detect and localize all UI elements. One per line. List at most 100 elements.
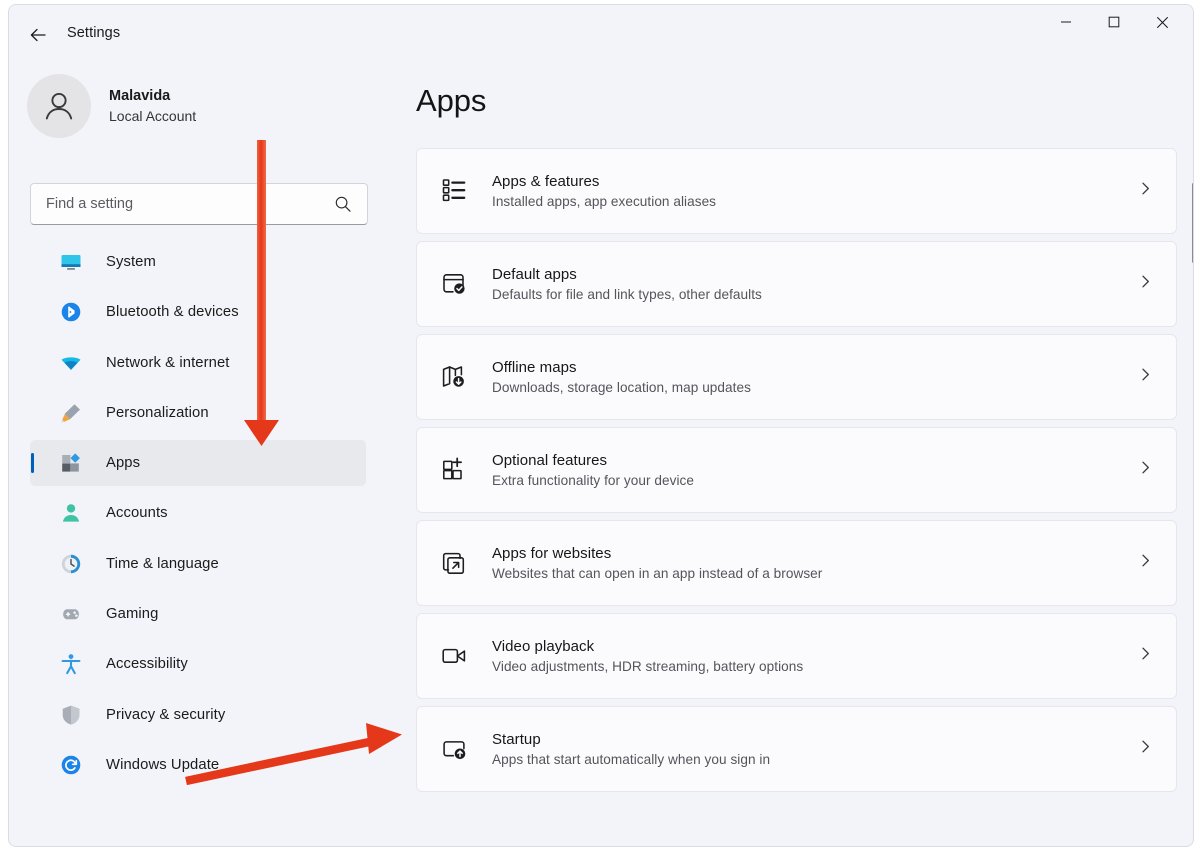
search-icon[interactable]: [333, 194, 353, 214]
settings-card-offline-maps[interactable]: Offline maps Downloads, storage location,…: [416, 334, 1177, 420]
card-title: Startup: [492, 730, 541, 748]
chevron-right-icon[interactable]: [1138, 367, 1153, 387]
chevron-right-icon: [1142, 182, 1149, 195]
bluetooth-icon: [59, 300, 83, 324]
maximize-icon: [1108, 16, 1120, 28]
settings-card-list: Apps & features Installed apps, app execu…: [416, 148, 1177, 799]
chevron-right-icon: [1142, 740, 1149, 753]
sidebar-item-network-internet[interactable]: Network & internet: [30, 340, 366, 386]
sidebar: Malavida Local Account System Bluetooth &…: [9, 63, 399, 846]
card-text: Optional features Extra functionality for…: [492, 450, 694, 491]
card-text: Default apps Defaults for file and link t…: [492, 264, 762, 305]
chevron-right-icon: [1142, 647, 1149, 660]
card-title: Apps & features: [492, 172, 600, 190]
grid-plus-icon: [438, 454, 470, 486]
close-button[interactable]: [1139, 5, 1185, 39]
sidebar-nav: System Bluetooth & devices Network & inter…: [30, 239, 366, 792]
search-input[interactable]: [44, 195, 313, 213]
shield-icon: [59, 703, 83, 727]
title-bar: Settings: [9, 5, 1193, 63]
sidebar-item-label: Time & language: [106, 555, 219, 572]
sidebar-item-label: Windows Update: [106, 756, 220, 773]
chevron-right-icon[interactable]: [1138, 646, 1153, 666]
profile-name: Malavida: [109, 87, 171, 104]
list-bullets-icon: [442, 179, 466, 202]
clock-icon: [61, 554, 81, 573]
card-text: Video playback Video adjustments, HDR str…: [492, 636, 803, 677]
settings-card-optional-features[interactable]: Optional features Extra functionality for…: [416, 427, 1177, 513]
sidebar-item-label: Accounts: [106, 505, 168, 522]
scrollbar-thumb[interactable]: [1192, 183, 1193, 263]
card-subtitle: Defaults for file and link types, other …: [492, 286, 762, 302]
settings-card-default-apps[interactable]: Default apps Defaults for file and link t…: [416, 241, 1177, 327]
window-up-arrow-icon: [443, 741, 466, 760]
sidebar-item-system[interactable]: System: [30, 239, 366, 285]
sidebar-item-label: Apps: [106, 455, 141, 472]
apps-icon: [62, 453, 80, 472]
sidebar-item-label: Privacy & security: [106, 706, 226, 723]
sidebar-item-gaming[interactable]: Gaming: [30, 591, 366, 637]
card-subtitle: Apps that start automatically when you s…: [492, 751, 771, 767]
maximize-button[interactable]: [1091, 5, 1137, 39]
wifi-icon: [61, 356, 81, 370]
person-icon: [59, 501, 83, 525]
settings-card-apps-for-websites[interactable]: Apps for websites Websites that can open …: [416, 520, 1177, 606]
sidebar-item-apps[interactable]: Apps: [30, 440, 366, 487]
video-camera-icon: [438, 640, 470, 672]
settings-card-startup[interactable]: Startup Apps that start automatically whe…: [416, 706, 1177, 792]
sidebar-item-accounts[interactable]: Accounts: [30, 490, 366, 536]
accessibility-icon: [59, 652, 83, 676]
window-up-arrow-icon: [438, 733, 470, 765]
update-icon: [59, 753, 83, 777]
sidebar-item-bluetooth-devices[interactable]: Bluetooth & devices: [30, 289, 366, 335]
card-subtitle: Extra functionality for your device: [492, 472, 694, 488]
card-text: Apps for websites Websites that can open …: [492, 543, 822, 584]
window-title: Settings: [67, 25, 121, 41]
clock-icon: [59, 552, 83, 576]
minimize-button[interactable]: [1043, 5, 1089, 39]
chevron-right-icon: [1142, 461, 1149, 474]
avatar: [27, 74, 91, 138]
card-title: Optional features: [492, 451, 608, 469]
sidebar-item-time-language[interactable]: Time & language: [30, 541, 366, 587]
chevron-right-icon[interactable]: [1138, 274, 1153, 294]
accessibility-icon: [61, 654, 81, 675]
grid-plus-icon: [443, 457, 462, 480]
card-text: Apps & features Installed apps, app execu…: [492, 171, 716, 212]
wifi-icon: [59, 351, 83, 375]
gamepad-icon: [59, 602, 83, 626]
chevron-right-icon: [1142, 554, 1149, 567]
search-box[interactable]: [30, 183, 368, 225]
chevron-right-icon[interactable]: [1138, 739, 1153, 759]
chevron-right-icon[interactable]: [1138, 553, 1153, 573]
sidebar-item-accessibility[interactable]: Accessibility: [30, 641, 366, 687]
card-subtitle: Downloads, storage location, map updates: [492, 379, 751, 395]
card-title: Apps for websites: [492, 544, 612, 562]
settings-window: Settings Malavida Local Account Find a s…: [8, 4, 1194, 847]
sidebar-item-personalization[interactable]: Personalization: [30, 390, 366, 436]
sidebar-item-label: Accessibility: [106, 656, 188, 673]
bluetooth-icon: [61, 302, 81, 322]
sidebar-item-label: Network & internet: [106, 354, 230, 371]
chevron-right-icon[interactable]: [1138, 181, 1153, 201]
profile-card[interactable]: Malavida Local Account: [23, 68, 363, 144]
card-subtitle: Installed apps, app execution aliases: [492, 193, 717, 209]
settings-card-video-playback[interactable]: Video playback Video adjustments, HDR str…: [416, 613, 1177, 699]
card-subtitle: Video adjustments, HDR streaming, batter…: [492, 658, 804, 674]
shield-icon: [62, 705, 80, 725]
main-content: Apps Apps & features Installed apps, app …: [399, 63, 1193, 846]
sidebar-item-privacy-security[interactable]: Privacy & security: [30, 692, 366, 738]
sidebar-item-label: System: [106, 254, 156, 270]
settings-card-apps-features[interactable]: Apps & features Installed apps, app execu…: [416, 148, 1177, 234]
window-check-icon: [443, 274, 465, 294]
external-link-stack-icon: [442, 552, 465, 574]
chevron-right-icon: [1142, 275, 1149, 288]
external-link-stack-icon: [438, 547, 470, 579]
person-icon: [62, 504, 80, 523]
card-title: Default apps: [492, 265, 577, 283]
chevron-right-icon[interactable]: [1138, 460, 1153, 480]
close-icon: [1156, 16, 1168, 28]
back-button[interactable]: [21, 19, 55, 51]
sidebar-item-label: Bluetooth & devices: [106, 304, 239, 321]
sidebar-item-windows-update[interactable]: Windows Update: [30, 742, 366, 788]
